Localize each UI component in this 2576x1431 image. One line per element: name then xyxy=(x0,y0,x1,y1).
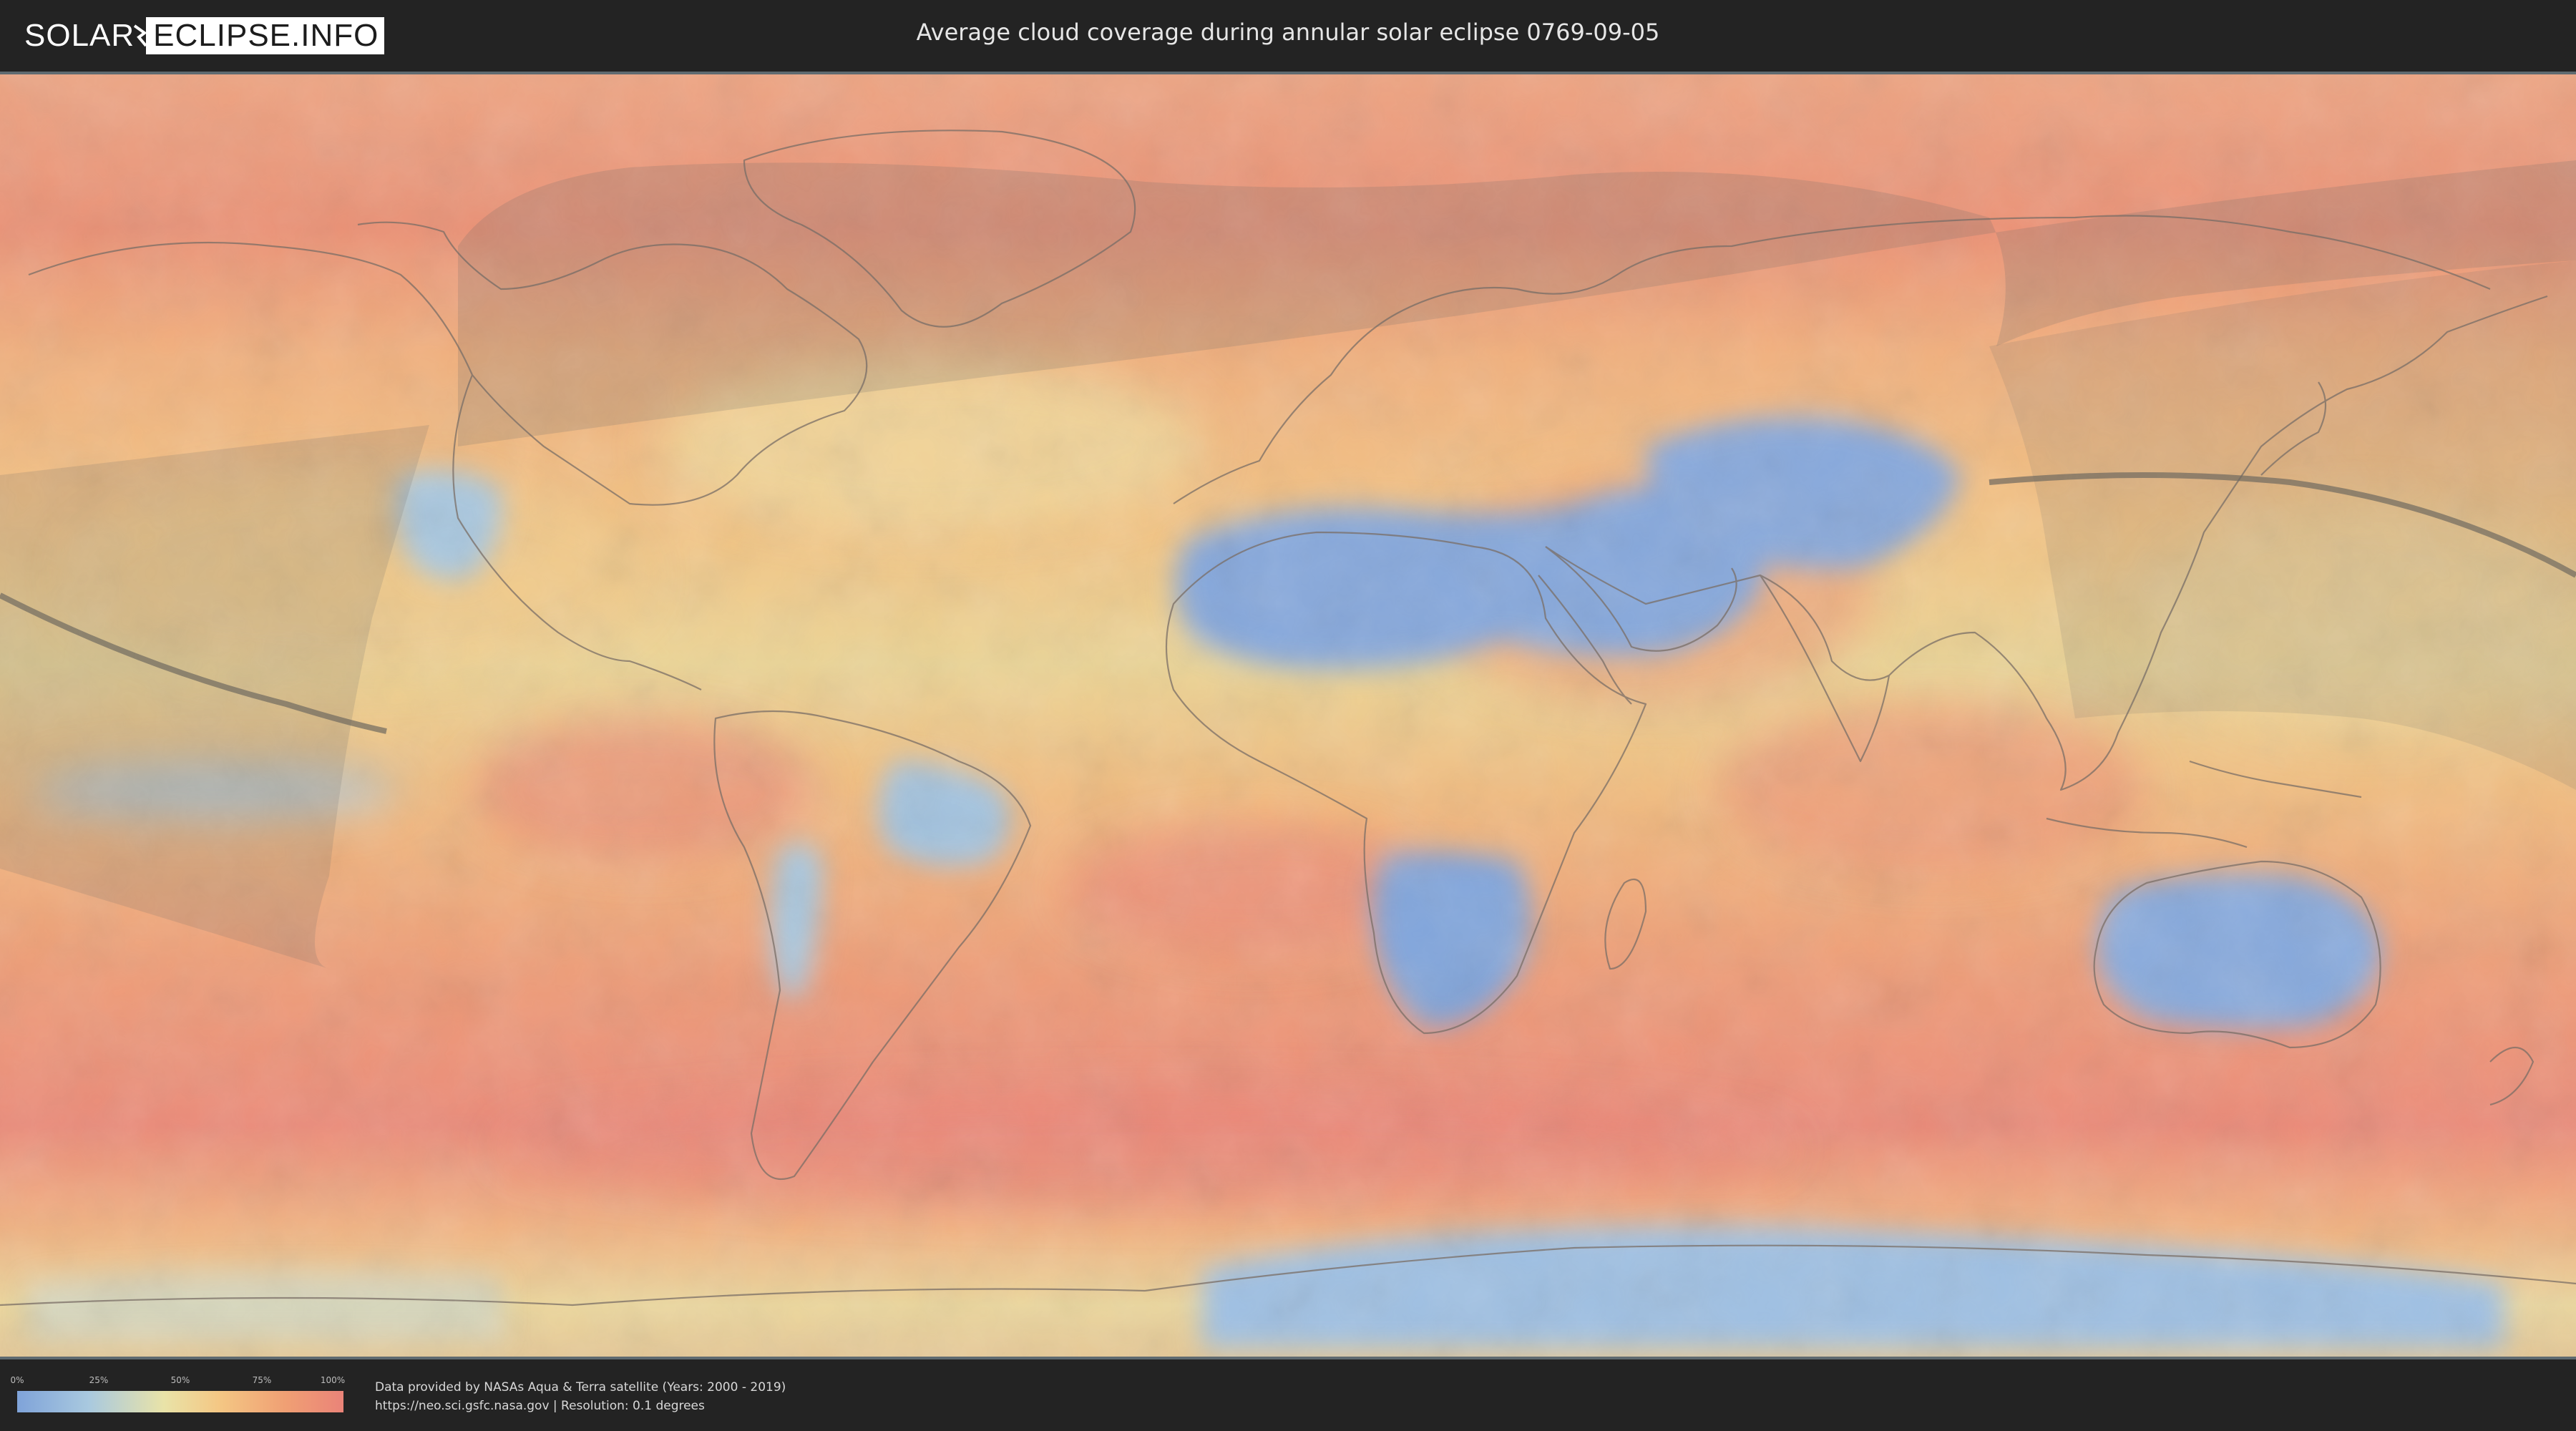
legend-tick-50: 50% xyxy=(170,1375,190,1385)
world-map[interactable] xyxy=(0,74,2576,1357)
cloud-coverage-map[interactable] xyxy=(0,72,2576,1359)
header-bar: SOLAR ECLIPSE.INFO Average cloud coverag… xyxy=(0,0,2576,72)
logo-sun-icon xyxy=(134,24,147,47)
legend-tick-75: 75% xyxy=(252,1375,272,1385)
legend-tick-100: 100% xyxy=(320,1375,346,1385)
legend-tick-25: 25% xyxy=(89,1375,109,1385)
legend-tick-0: 0% xyxy=(10,1375,24,1385)
page-title: Average cloud coverage during annular so… xyxy=(916,19,1660,46)
footer-bar: 0% 25% 50% 75% 100% Data provided by NAS… xyxy=(0,1359,2576,1431)
data-credit: Data provided by NASAs Aqua & Terra sate… xyxy=(375,1378,786,1415)
cloud-coverage-legend: 0% 25% 50% 75% 100% xyxy=(10,1375,346,1415)
legend-color-scale xyxy=(17,1391,343,1412)
credit-line-source: Data provided by NASAs Aqua & Terra sate… xyxy=(375,1380,786,1395)
credit-line-url[interactable]: https://neo.sci.gsfc.nasa.gov | Resoluti… xyxy=(375,1397,786,1415)
